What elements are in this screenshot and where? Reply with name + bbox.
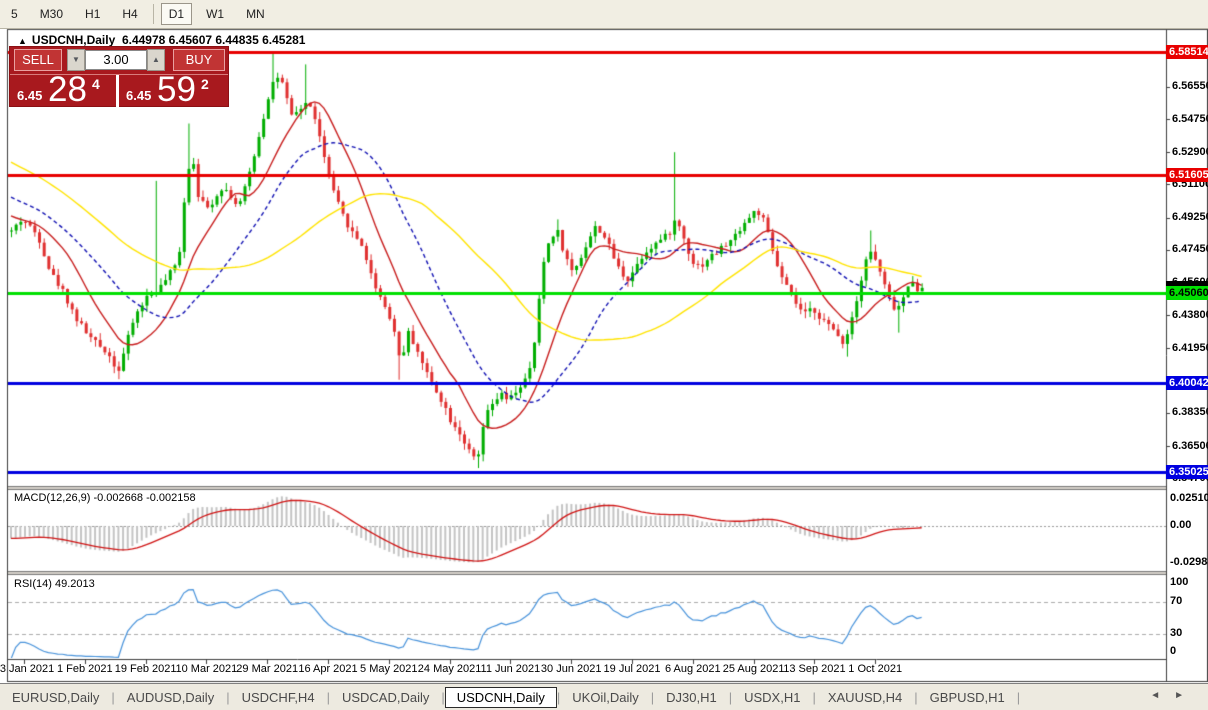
rsi-axis-tick: 30 — [1170, 627, 1182, 639]
macd-indicator-label: MACD(12,26,9) -0.002668 -0.002158 — [14, 492, 196, 504]
sell-price-pip: 4 — [92, 76, 100, 92]
timeframe-button-d1[interactable]: D1 — [161, 3, 192, 25]
y-axis-tick: 6.54750 — [1172, 113, 1208, 125]
chart-tab-usdchf-h4[interactable]: USDCHF,H4 — [230, 687, 327, 708]
timeframe-button-m30[interactable]: M30 — [32, 3, 71, 25]
x-axis-date-label: 29 Mar 2021 — [236, 663, 298, 675]
y-axis-tick: 6.56550 — [1172, 80, 1208, 92]
sell-price-small: 6.45 — [17, 88, 42, 103]
x-axis-date-label: 25 Aug 2021 — [723, 663, 785, 675]
current-price-badge — [1166, 281, 1208, 286]
price-level-badge: 6.35025 — [1166, 465, 1208, 479]
macd-axis-max: 0.025108 — [1170, 492, 1208, 504]
price-level-badge: 6.58514 — [1166, 45, 1208, 59]
chart-tab-ukoil-daily[interactable]: UKOil,Daily — [560, 687, 650, 708]
x-axis-date-label: 10 Mar 2021 — [176, 663, 238, 675]
tab-separator: | — [1017, 690, 1020, 705]
y-axis-tick: 6.47450 — [1172, 243, 1208, 255]
x-axis-date-label: 11 Jun 2021 — [481, 663, 541, 675]
toolbar-separator — [153, 4, 154, 24]
buy-button[interactable]: BUY — [173, 49, 225, 71]
one-click-trade-panel: SELL ▼ 3.00 ▲ BUY 6.45 28 4 6.45 59 2 — [9, 46, 229, 107]
buy-price-display[interactable]: 6.45 59 2 — [116, 75, 228, 107]
chart-symbol-label: USDCNH,Daily — [32, 33, 115, 47]
chart-tab-dj30-h1[interactable]: DJ30,H1 — [654, 687, 729, 708]
volume-increase-button[interactable]: ▲ — [147, 49, 165, 71]
chart-title: ▲ USDCNH,Daily 6.44978 6.45607 6.44835 6.… — [18, 33, 305, 47]
chart-tab-usdcnh-daily[interactable]: USDCNH,Daily — [445, 687, 557, 708]
x-axis-date-label: 19 Feb 2021 — [115, 663, 177, 675]
price-level-badge: 6.40042 — [1166, 376, 1208, 390]
chart-tab-usdx-h1[interactable]: USDX,H1 — [732, 687, 812, 708]
timeframe-toolbar: 5 M30 H1 H4 D1 W1 MN — [0, 0, 1208, 29]
x-axis-date-label: 16 Apr 2021 — [298, 663, 357, 675]
chart-tab-bar: EURUSD,Daily|AUDUSD,Daily|USDCHF,H4|USDC… — [0, 683, 1208, 710]
volume-input[interactable]: 3.00 — [85, 50, 147, 70]
y-axis-tick: 6.38350 — [1172, 406, 1208, 418]
x-axis-date-label: 30 Jun 2021 — [541, 663, 602, 675]
rsi-axis-tick: 100 — [1170, 576, 1188, 588]
x-axis-date-label: 13 Jan 2021 — [0, 663, 54, 675]
price-level-badge: 6.51605 — [1166, 168, 1208, 182]
sell-price-display[interactable]: 6.45 28 4 — [10, 75, 116, 107]
chart-ohlc-values: 6.44978 6.45607 6.44835 6.45281 — [122, 33, 306, 47]
x-axis-date-label: 5 May 2021 — [360, 663, 417, 675]
tab-scroll-arrows[interactable]: ◄► — [1150, 690, 1198, 701]
application-window: 5 M30 H1 H4 D1 W1 MN ▲ USDCNH,Daily 6.44978 6.4… — [0, 0, 1208, 709]
timeframe-button-5[interactable]: 5 — [3, 3, 26, 25]
collapse-panel-icon[interactable]: ▲ — [18, 36, 27, 46]
y-axis-tick: 6.52900 — [1172, 146, 1208, 158]
triangle-up-icon: ▲ — [152, 55, 160, 64]
x-axis-date-label: 6 Aug 2021 — [665, 663, 721, 675]
timeframe-button-mn[interactable]: MN — [238, 3, 273, 25]
buy-price-big: 59 — [157, 70, 196, 110]
sell-price-big: 28 — [48, 70, 87, 110]
chart-tab-gbpusd-h1[interactable]: GBPUSD,H1 — [918, 687, 1017, 708]
x-axis-date-label: 1 Oct 2021 — [848, 663, 902, 675]
chart-tab-usdcad-daily[interactable]: USDCAD,Daily — [330, 687, 441, 708]
x-axis-date-label: 1 Feb 2021 — [57, 663, 113, 675]
buy-price-pip: 2 — [201, 76, 209, 92]
y-axis-tick: 6.36500 — [1172, 440, 1208, 452]
sell-button[interactable]: SELL — [14, 49, 62, 71]
volume-decrease-button[interactable]: ▼ — [67, 49, 85, 71]
y-axis-tick: 6.43800 — [1172, 309, 1208, 321]
chart-tab-audusd-daily[interactable]: AUDUSD,Daily — [115, 687, 226, 708]
tab-scroll-right-icon[interactable]: ► — [1174, 690, 1198, 701]
x-axis-date-label: 13 Sep 2021 — [783, 663, 845, 675]
timeframe-button-w1[interactable]: W1 — [198, 3, 232, 25]
macd-axis-zero: 0.00 — [1170, 519, 1191, 531]
rsi-axis-tick: 70 — [1170, 595, 1182, 607]
buy-price-small: 6.45 — [126, 88, 151, 103]
y-axis-tick: 6.41950 — [1172, 342, 1208, 354]
rsi-indicator-label: RSI(14) 49.2013 — [14, 578, 95, 590]
chart-tab-eurusd-daily[interactable]: EURUSD,Daily — [0, 687, 111, 708]
price-level-badge: 6.45060 — [1166, 286, 1208, 300]
rsi-axis-tick: 0 — [1170, 645, 1176, 657]
triangle-down-icon: ▼ — [72, 55, 80, 64]
tab-scroll-left-icon[interactable]: ◄ — [1150, 690, 1174, 701]
x-axis-date-label: 19 Jul 2021 — [604, 663, 661, 675]
timeframe-button-h1[interactable]: H1 — [77, 3, 108, 25]
timeframe-button-h4[interactable]: H4 — [114, 3, 145, 25]
y-axis-tick: 6.49250 — [1172, 211, 1208, 223]
macd-axis-min: -0.02988 — [1170, 556, 1208, 568]
chart-tab-xauusd-h4[interactable]: XAUUSD,H4 — [816, 687, 914, 708]
x-axis-date-label: 24 May 2021 — [418, 663, 482, 675]
